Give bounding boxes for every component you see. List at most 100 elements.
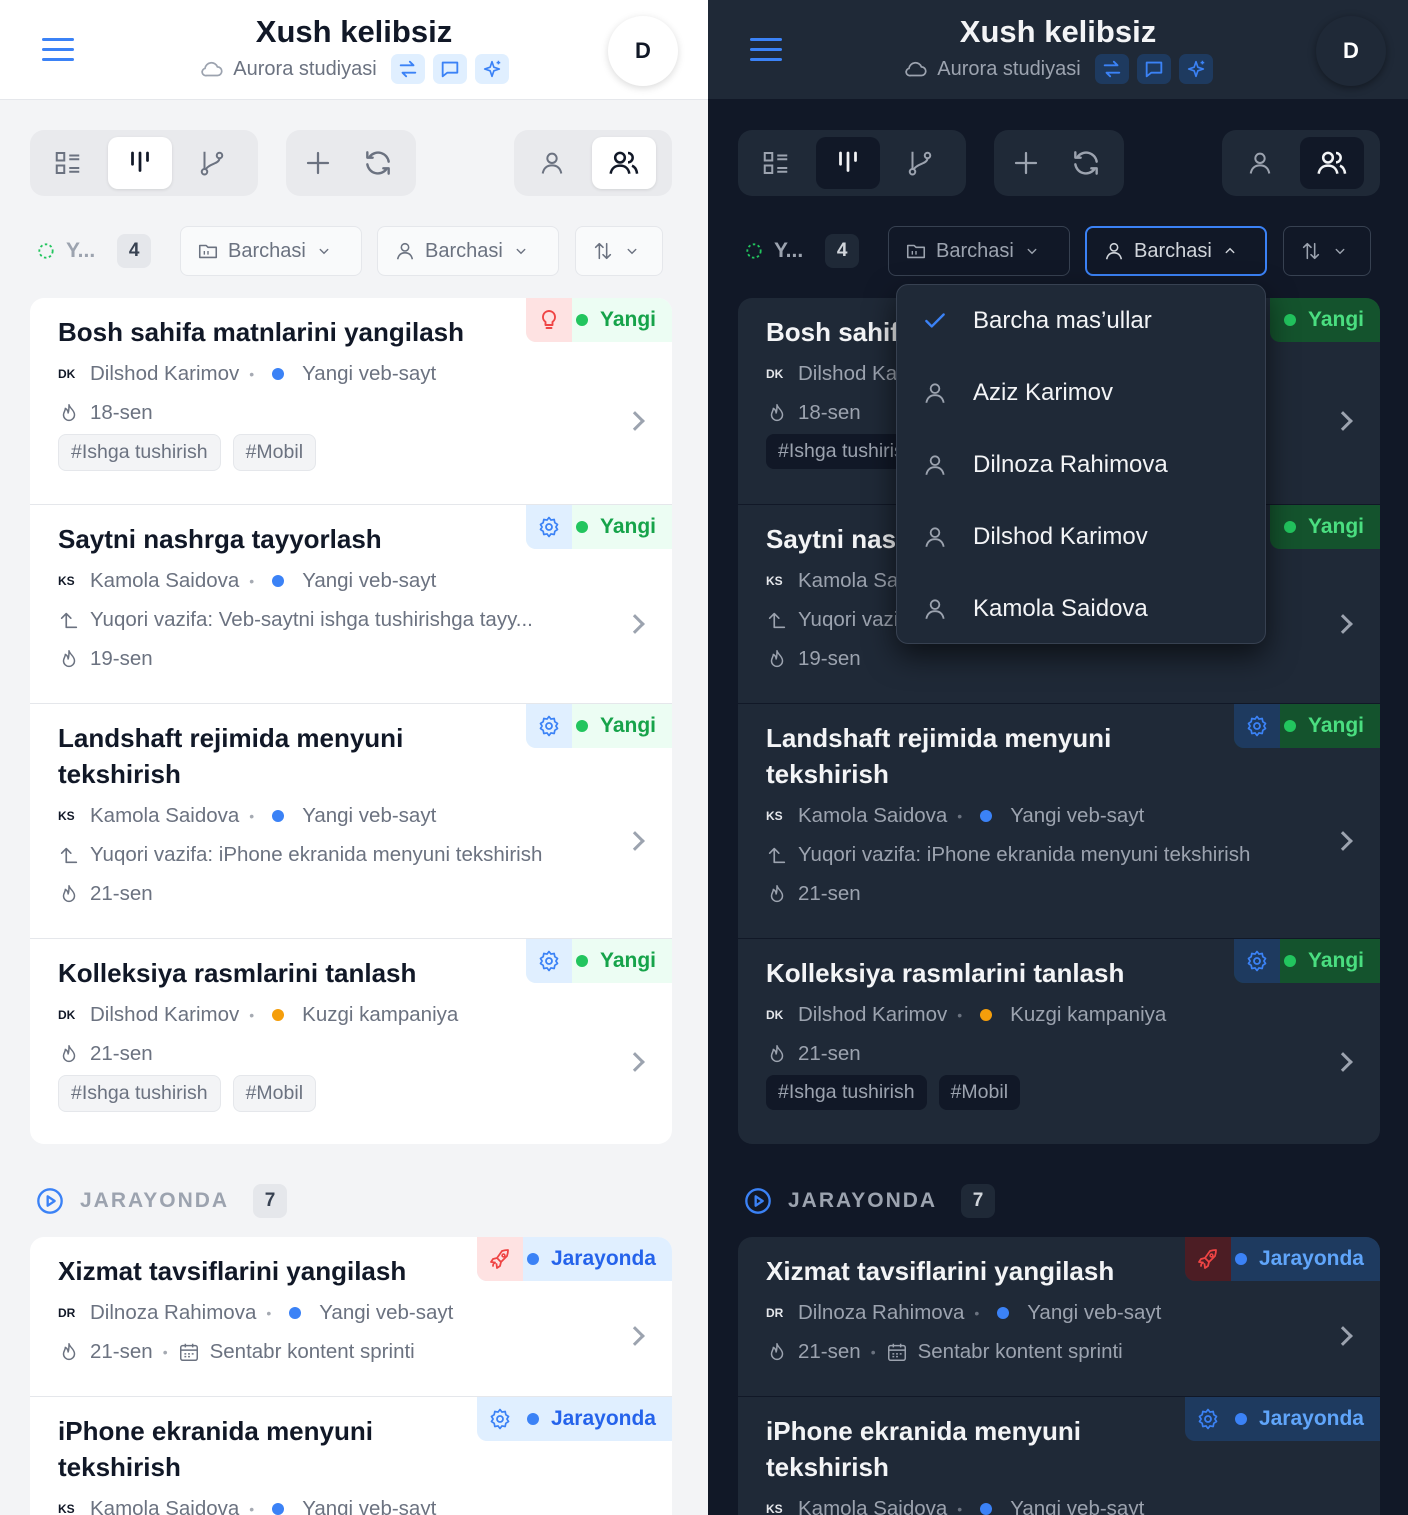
menu-item-assignee[interactable]: Kamola Saidova: [897, 573, 1265, 645]
project-filter-dropdown[interactable]: Barchasi: [180, 226, 362, 276]
assignee-name: Kamola Saidova: [90, 803, 240, 827]
kanban-view-button[interactable]: [108, 137, 172, 189]
sort-dropdown[interactable]: [1283, 226, 1371, 276]
task-card[interactable]: Jarayonda iPhone ekranida menyuni tekshi…: [738, 1396, 1380, 1515]
task-date-row: 19-sen: [766, 643, 1352, 674]
team-tasks-button[interactable]: [1300, 137, 1364, 189]
group-count: 4: [825, 234, 860, 268]
my-tasks-button[interactable]: [520, 137, 584, 189]
status-label: Yangi: [1307, 949, 1364, 972]
menu-item-assignee[interactable]: Aziz Karimov: [897, 357, 1265, 429]
team-tasks-button[interactable]: [592, 137, 656, 189]
project-name: Kuzgi kampaniya: [302, 1002, 459, 1026]
task-card[interactable]: Yangi Kolleksiya rasmlarini tanlash DK Di…: [30, 938, 672, 1144]
task-card[interactable]: Jarayonda Xizmat tavsiflarini yangilash …: [30, 1237, 672, 1396]
action-group: [286, 130, 416, 196]
status-label: Yangi: [599, 949, 656, 972]
task-card[interactable]: Jarayonda iPhone ekranida menyuni tekshi…: [30, 1396, 672, 1515]
avatar[interactable]: D: [1316, 16, 1386, 86]
my-tasks-button[interactable]: [1228, 137, 1292, 189]
task-meta: KS Kamola Saidova • Yangi veb-sayt: [58, 803, 437, 827]
rocket-icon: [1184, 1237, 1231, 1281]
project-name: Yangi veb-sayt: [302, 361, 437, 385]
add-task-button[interactable]: [292, 137, 344, 189]
parent-task-link[interactable]: Yuqori vazifa: Veb-saytni ishga tushiris…: [90, 608, 533, 632]
task-card[interactable]: Yangi Saytni nashrga tayyorlash KS Kamola…: [30, 504, 672, 703]
lightbulb-icon: [525, 298, 572, 342]
chat-button[interactable]: [432, 54, 467, 84]
menu-item-label: Dilshod Karimov: [973, 523, 1148, 550]
status-badge: Yangi: [1269, 298, 1380, 342]
page-title: Xush kelibsiz: [959, 14, 1157, 49]
assignee-filter-dropdown[interactable]: Barchasi: [1085, 226, 1267, 276]
gear-icon: [525, 704, 572, 748]
parent-task-link[interactable]: Yuqori vazifa: iPhone ekranida menyuni t…: [90, 843, 542, 867]
list-view-button[interactable]: [36, 137, 100, 189]
tag[interactable]: #Ishga tushirish: [766, 1075, 927, 1110]
task-title: Kolleksiya rasmlarini tanlash: [58, 958, 417, 988]
rocket-icon: [476, 1237, 523, 1281]
list-view-button[interactable]: [744, 137, 808, 189]
project-filter-dropdown[interactable]: Barchasi: [888, 226, 1070, 276]
assignee-initials: KS: [766, 1501, 783, 1515]
tag[interactable]: #Ishga tushirish: [58, 1075, 221, 1112]
assignee-name: Kamola Saidova: [90, 568, 240, 592]
tree-view-button[interactable]: [888, 137, 952, 189]
sort-dropdown[interactable]: [575, 226, 663, 276]
due-date: 21-sen: [90, 1339, 153, 1363]
list-grid-icon: [53, 148, 83, 178]
cloud-icon: [903, 56, 929, 82]
task-card[interactable]: Yangi Landshaft rejimida menyuni tekshir…: [30, 703, 672, 938]
tag-list: #Ishga tushirish #Mobil: [766, 1075, 1352, 1110]
tag[interactable]: #Mobil: [232, 1075, 317, 1112]
menu-item-label: Kamola Saidova: [973, 595, 1148, 622]
user-icon: [922, 380, 948, 406]
assignee-name: Dilshod Karimov: [90, 361, 240, 385]
task-date-row: 21-sen • Sentabr kontent sprinti: [58, 1336, 644, 1367]
switch-studio-button[interactable]: [390, 54, 425, 84]
tree-view-button[interactable]: [180, 137, 244, 189]
switch-studio-button[interactable]: [1094, 54, 1129, 84]
tag[interactable]: #Mobil: [938, 1075, 1021, 1110]
task-title: Kolleksiya rasmlarini tanlash: [766, 958, 1125, 988]
add-task-button[interactable]: [1000, 137, 1052, 189]
task-card[interactable]: Yangi Bosh sahifa matnlarini yangilash D…: [30, 298, 672, 504]
kanban-view-button[interactable]: [816, 137, 880, 189]
user-icon: [538, 149, 566, 177]
parent-task-link[interactable]: Yuqori vazifa: iPhone ekranida menyuni t…: [798, 843, 1250, 867]
play-circle-icon: [36, 1187, 64, 1215]
assignee-name: Dilshod Karimov: [90, 1002, 240, 1026]
refresh-button[interactable]: [1060, 137, 1112, 189]
users-icon: [1316, 147, 1348, 179]
assignee-filter-dropdown[interactable]: Barchasi: [377, 226, 559, 276]
view-switcher: [738, 130, 966, 196]
menu-item-assignee[interactable]: Dilshod Karimov: [897, 501, 1265, 573]
menu-item-label: Barcha mas’ullar: [973, 307, 1152, 334]
avatar[interactable]: D: [608, 16, 678, 86]
status-badge: Jarayonda: [1184, 1397, 1380, 1441]
menu-item-all-assignees[interactable]: Barcha mas’ullar: [897, 285, 1265, 357]
task-card[interactable]: Jarayonda Xizmat tavsiflarini yangilash …: [738, 1237, 1380, 1396]
tag[interactable]: #Ishga tushirish: [58, 434, 221, 471]
flame-icon: [58, 883, 80, 905]
plus-icon: [303, 148, 333, 178]
ai-button[interactable]: [474, 54, 509, 84]
refresh-button[interactable]: [352, 137, 404, 189]
sprint-name: Sentabr kontent sprinti: [917, 1339, 1123, 1363]
chat-button[interactable]: [1136, 54, 1171, 84]
project-dot: [272, 1008, 285, 1021]
tag[interactable]: #Mobil: [232, 434, 317, 471]
section-header-in-progress[interactable]: JARAYONDA 7: [36, 1184, 288, 1218]
group-selector[interactable]: Y... 4: [744, 226, 860, 276]
task-card[interactable]: Yangi Landshaft rejimida menyuni tekshir…: [738, 703, 1380, 938]
group-selector[interactable]: Y... 4: [36, 226, 152, 276]
parent-task-icon: [58, 609, 80, 631]
filter-row: Y... 4 Barchasi Barchasi: [744, 226, 1372, 276]
assignee-name: Kamola Saidova: [90, 1496, 240, 1515]
status-label: Jarayonda: [550, 1407, 656, 1430]
task-meta: DK Dilshod Karimov • Kuzgi kampaniya: [766, 1002, 1167, 1026]
section-header-in-progress[interactable]: JARAYONDA 7: [744, 1184, 996, 1218]
ai-button[interactable]: [1178, 54, 1213, 84]
menu-item-assignee[interactable]: Dilnoza Rahimova: [897, 429, 1265, 501]
task-card[interactable]: Yangi Kolleksiya rasmlarini tanlash DK Di…: [738, 938, 1380, 1144]
